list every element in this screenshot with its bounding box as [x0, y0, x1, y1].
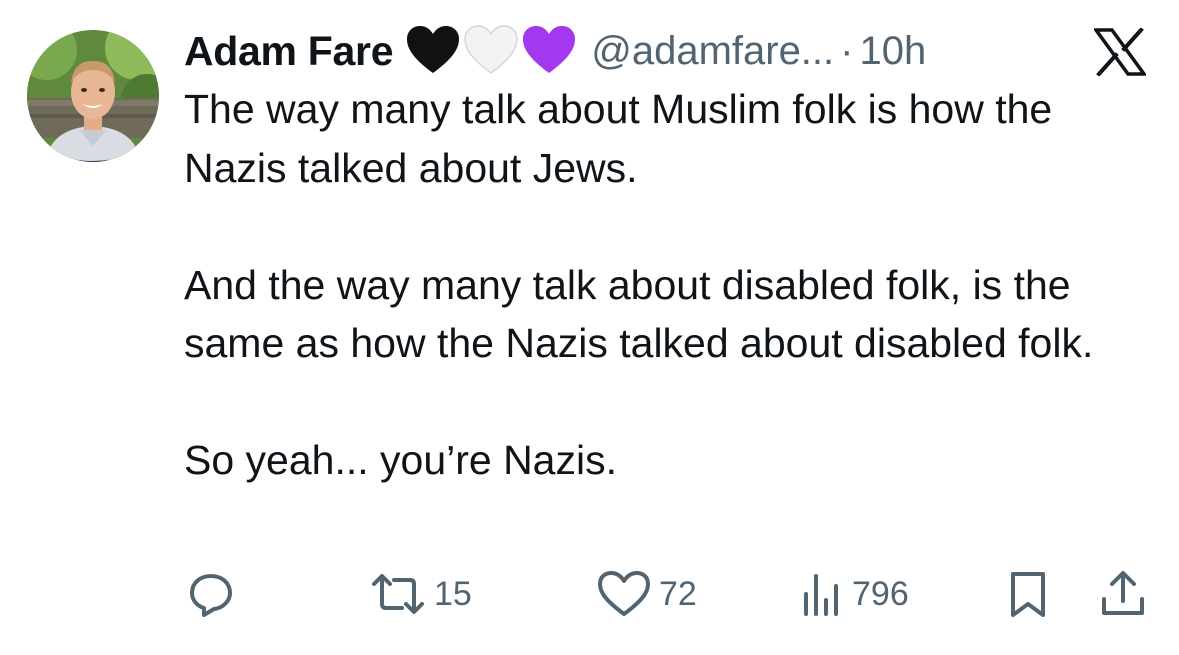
- post-paragraph: So yeah... you’re Nazis.: [184, 437, 617, 483]
- like-icon: [598, 571, 650, 616]
- post-paragraph: And the way many talk about disabled fol…: [184, 261, 1094, 367]
- repost-button[interactable]: 15: [370, 566, 472, 622]
- white-heart-icon: [464, 25, 518, 74]
- avatar[interactable]: [27, 30, 159, 162]
- share-icon: [1102, 571, 1144, 615]
- post-timestamp[interactable]: 10h: [859, 29, 926, 74]
- action-bar: 15 72 796: [0, 566, 1179, 622]
- author-handle[interactable]: @adamfare...: [591, 29, 834, 74]
- header-separator: ·: [840, 28, 854, 73]
- post-header: Adam Fare @adamfare... · 10h: [184, 22, 1144, 80]
- views-icon: [804, 574, 838, 616]
- views-button[interactable]: 796: [800, 566, 909, 622]
- x-logo-icon: [1094, 28, 1146, 76]
- post-paragraph: The way many talk about Muslim folk is h…: [184, 86, 1053, 191]
- purple-heart-icon: [523, 26, 576, 73]
- bookmark-button[interactable]: [1008, 566, 1048, 622]
- bookmark-icon: [1011, 572, 1045, 617]
- avatar-photo: [27, 30, 159, 162]
- repost-icon: [372, 574, 424, 614]
- share-button[interactable]: [1100, 566, 1146, 622]
- author-display-name[interactable]: Adam Fare: [184, 28, 394, 75]
- reply-icon: [190, 574, 232, 617]
- reply-button[interactable]: [187, 566, 235, 622]
- name-badges: [405, 25, 577, 77]
- post-body: The way many talk about Muslim folk is h…: [184, 80, 1159, 490]
- like-count: 72: [659, 574, 697, 613]
- views-count: 796: [852, 574, 909, 613]
- repost-count: 15: [434, 574, 472, 613]
- like-button[interactable]: 72: [597, 566, 697, 622]
- black-heart-icon: [407, 26, 460, 73]
